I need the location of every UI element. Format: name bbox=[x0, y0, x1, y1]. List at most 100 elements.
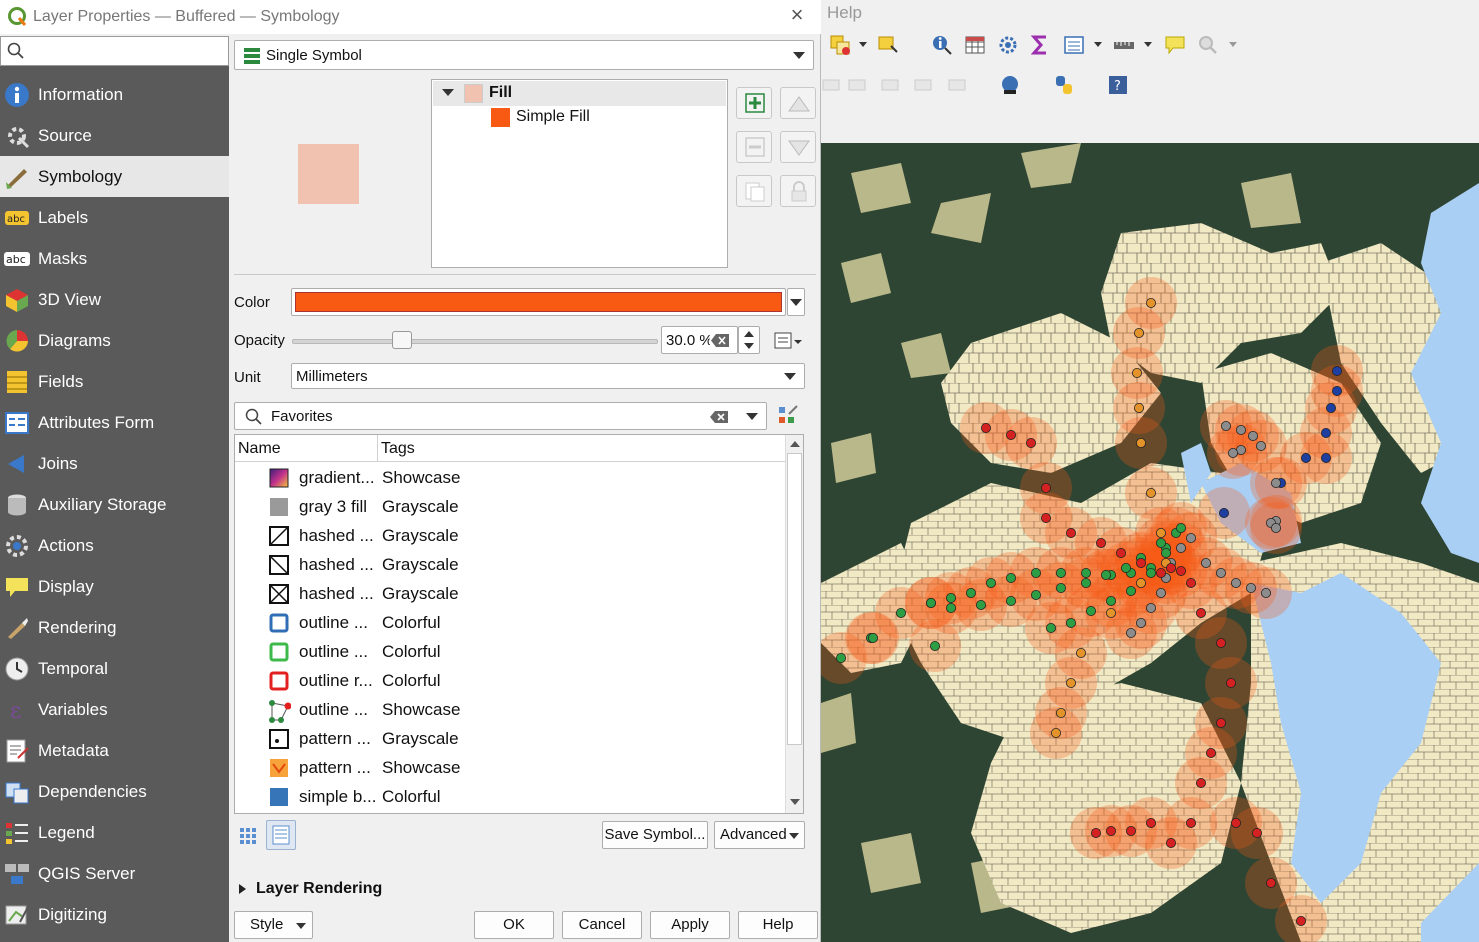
statistics-sigma-icon[interactable] bbox=[1030, 34, 1052, 56]
attribute-table-icon[interactable] bbox=[964, 34, 986, 56]
save-symbol-button[interactable]: Save Symbol... bbox=[602, 821, 708, 849]
duplicate-symbol-layer-button[interactable] bbox=[736, 175, 772, 207]
sidebar-item-qgis-server[interactable]: QGIS Server bbox=[0, 853, 229, 894]
sidebar-search-input[interactable] bbox=[0, 36, 229, 66]
list-item[interactable]: hashed ... Grayscale bbox=[235, 579, 785, 608]
sidebar-item-variables[interactable]: ε Variables bbox=[0, 689, 229, 730]
select-features-icon[interactable] bbox=[829, 34, 851, 56]
expand-arrow-icon[interactable] bbox=[442, 89, 454, 96]
help-contents-icon[interactable]: ? bbox=[1107, 74, 1129, 96]
column-header-tags[interactable]: Tags bbox=[381, 440, 415, 458]
label-rotate-icon[interactable] bbox=[947, 74, 969, 96]
chevron-down-icon[interactable] bbox=[859, 42, 867, 47]
sidebar-item-temporal[interactable]: Temporal bbox=[0, 648, 229, 689]
sidebar-item-information[interactable]: Information bbox=[0, 74, 229, 115]
renderer-combo[interactable]: Single Symbol bbox=[234, 40, 814, 70]
sidebar-item-diagrams[interactable]: Diagrams bbox=[0, 320, 229, 361]
list-item[interactable]: outline ... Colorful bbox=[235, 608, 785, 637]
sidebar-item-attributes-form[interactable]: Attributes Form bbox=[0, 402, 229, 443]
list-item[interactable]: pattern ... Showcase bbox=[235, 753, 785, 782]
identify-icon[interactable] bbox=[931, 34, 953, 56]
sidebar-item-fields[interactable]: Fields bbox=[0, 361, 229, 402]
color-dropdown[interactable] bbox=[787, 288, 805, 316]
ok-button[interactable]: OK bbox=[474, 911, 554, 939]
style-manager-icon[interactable] bbox=[777, 405, 801, 427]
measure-icon[interactable] bbox=[1113, 34, 1135, 56]
style-button[interactable]: Style bbox=[234, 911, 313, 939]
list-item[interactable]: simple b... Colorful bbox=[235, 782, 785, 811]
unit-combo[interactable]: Millimeters bbox=[291, 363, 805, 389]
map-canvas[interactable] bbox=[821, 143, 1479, 942]
label-show-icon[interactable] bbox=[880, 74, 902, 96]
symbol-layer-tree[interactable]: Fill Simple Fill bbox=[431, 79, 728, 268]
expand-arrow-icon[interactable] bbox=[239, 884, 246, 894]
open-table-icon[interactable] bbox=[1063, 34, 1085, 56]
add-symbol-layer-button[interactable] bbox=[736, 87, 772, 119]
sidebar-item-source[interactable]: Source bbox=[0, 115, 229, 156]
sidebar-item-display[interactable]: Display bbox=[0, 566, 229, 607]
sidebar-item-joins[interactable]: Joins bbox=[0, 443, 229, 484]
label-pin-icon[interactable] bbox=[847, 74, 869, 96]
advanced-button[interactable]: Advanced bbox=[714, 821, 805, 849]
menu-help[interactable]: Help bbox=[827, 3, 862, 23]
scroll-down-icon[interactable] bbox=[788, 795, 802, 809]
sidebar-item-3d-view[interactable]: 3D View bbox=[0, 279, 229, 320]
sidebar-item-actions[interactable]: Actions bbox=[0, 525, 229, 566]
sidebar-item-auxiliary-storage[interactable]: Auxiliary Storage bbox=[0, 484, 229, 525]
move-up-button[interactable] bbox=[780, 87, 816, 119]
sidebar-item-symbology[interactable]: Symbology bbox=[0, 156, 229, 197]
sidebar-item-rendering[interactable]: Rendering bbox=[0, 607, 229, 648]
move-down-button[interactable] bbox=[780, 131, 816, 163]
opacity-spinbox[interactable]: 30.0 % bbox=[661, 326, 738, 354]
settings-gear-icon[interactable] bbox=[997, 34, 1019, 56]
icon-view-button[interactable] bbox=[235, 822, 263, 850]
apply-button[interactable]: Apply bbox=[650, 911, 730, 939]
list-scrollbar[interactable] bbox=[785, 435, 803, 813]
opacity-stepper[interactable] bbox=[738, 326, 760, 354]
select-by-value-icon[interactable] bbox=[877, 34, 899, 56]
sidebar-item-masks[interactable]: abc Masks bbox=[0, 238, 229, 279]
cancel-button[interactable]: Cancel bbox=[562, 911, 642, 939]
plugin-globe-icon[interactable] bbox=[999, 74, 1021, 96]
color-button[interactable] bbox=[291, 288, 786, 316]
column-header-name[interactable]: Name bbox=[238, 440, 281, 458]
symbol-library-list[interactable]: Name Tags gradient... Showcase gray 3 fill… bbox=[234, 434, 804, 814]
sidebar-item-legend[interactable]: Legend bbox=[0, 812, 229, 853]
chevron-down-icon[interactable] bbox=[1144, 42, 1152, 47]
map-svg[interactable] bbox=[821, 143, 1479, 942]
tree-row-simple-fill[interactable]: Simple Fill bbox=[432, 106, 727, 131]
sidebar-item-digitizing[interactable]: Digitizing bbox=[0, 894, 229, 935]
clear-icon[interactable] bbox=[709, 410, 729, 424]
opacity-slider[interactable] bbox=[292, 339, 658, 344]
list-item[interactable]: gradient... Showcase bbox=[235, 463, 785, 492]
clear-icon[interactable] bbox=[710, 333, 730, 348]
close-icon[interactable]: × bbox=[787, 4, 807, 26]
remove-symbol-layer-button[interactable] bbox=[736, 131, 772, 163]
list-item[interactable]: outline ... Showcase bbox=[235, 695, 785, 724]
python-console-icon[interactable] bbox=[1053, 74, 1075, 96]
lock-layer-button[interactable] bbox=[780, 175, 816, 207]
tree-row-fill[interactable]: Fill bbox=[433, 81, 726, 106]
label-move-icon[interactable] bbox=[913, 74, 935, 96]
opacity-slider-handle[interactable] bbox=[391, 331, 412, 349]
list-view-button[interactable] bbox=[266, 820, 296, 850]
label-tool-icon[interactable] bbox=[821, 74, 843, 96]
list-item[interactable]: outline ... Colorful bbox=[235, 637, 785, 666]
list-item[interactable]: outline r... Colorful bbox=[235, 666, 785, 695]
scroll-up-icon[interactable] bbox=[788, 437, 802, 451]
data-defined-override-icon[interactable] bbox=[773, 330, 803, 352]
zoom-disabled-icon[interactable] bbox=[1197, 34, 1219, 56]
sidebar-item-labels[interactable]: abc Labels bbox=[0, 197, 229, 238]
chevron-down-icon[interactable] bbox=[1094, 42, 1102, 47]
list-item[interactable]: pattern ... Grayscale bbox=[235, 724, 785, 753]
chevron-down-icon[interactable] bbox=[1229, 42, 1237, 47]
list-item[interactable]: gray 3 fill Grayscale bbox=[235, 492, 785, 521]
layer-rendering-header[interactable]: Layer Rendering bbox=[256, 880, 382, 898]
map-tips-icon[interactable] bbox=[1164, 34, 1186, 56]
help-button[interactable]: Help bbox=[738, 911, 818, 939]
sidebar-item-metadata[interactable]: Metadata bbox=[0, 730, 229, 771]
scroll-thumb[interactable] bbox=[787, 453, 802, 745]
sidebar-item-dependencies[interactable]: Dependencies bbox=[0, 771, 229, 812]
list-item[interactable]: hashed ... Grayscale bbox=[235, 521, 785, 550]
list-item[interactable]: hashed ... Grayscale bbox=[235, 550, 785, 579]
